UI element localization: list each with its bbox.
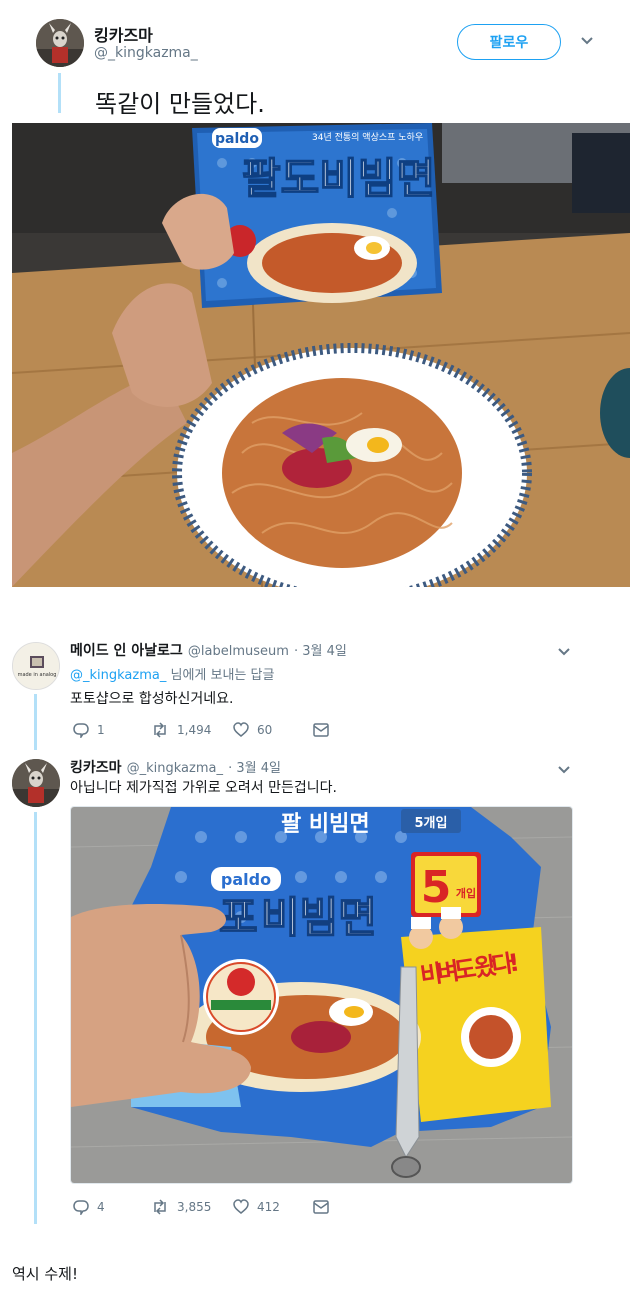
like-button[interactable]: 412 [233, 1199, 313, 1215]
footer-caption: 역시 수제! [12, 1265, 78, 1283]
package-tag: 34년 전통의 액상스프 노하우 [312, 131, 423, 143]
retweet-button[interactable]: 3,855 [151, 1199, 233, 1215]
thread-line [34, 694, 37, 750]
reply-author-handle[interactable]: @_kingkazma_ [127, 761, 223, 776]
reply-icon [73, 723, 89, 738]
chevron-down-icon[interactable] [580, 34, 594, 50]
package-brand: paldo [221, 870, 271, 889]
tweet-photo[interactable]: paldo 34년 전통의 액상스프 노하우 팔도비빔면 [12, 123, 630, 587]
chevron-down-icon[interactable] [557, 645, 571, 661]
dm-button[interactable] [313, 1200, 329, 1214]
reply-author-handle[interactable]: @labelmuseum [188, 644, 289, 659]
badge-top: 5개입 [415, 816, 448, 831]
dm-icon [313, 1200, 329, 1214]
like-count: 60 [257, 723, 273, 737]
retweet-icon [154, 722, 166, 738]
reply-icon [73, 1200, 89, 1215]
like-count: 412 [257, 1200, 280, 1214]
reply-text: 아닙니다 제가직접 가위로 오려서 만든겁니다. [70, 780, 337, 796]
reply-author-name[interactable]: 메이드 인 아날로그 [70, 643, 183, 659]
thread-line [58, 73, 61, 113]
reply-date[interactable]: · 3월 4일 [294, 644, 347, 659]
author-name[interactable]: 킹카즈마 [94, 22, 153, 46]
retweet-count: 1,494 [177, 723, 212, 737]
thread-line [34, 812, 37, 1224]
reply-date[interactable]: · 3월 4일 [228, 761, 281, 776]
package-title: 비빔면 [261, 893, 377, 942]
svg-text:5: 5 [421, 862, 452, 913]
reply-actions: 1 1,494 60 [73, 720, 353, 740]
reply-text: 포토샵으로 합성하신거네요. [70, 691, 234, 707]
svg-text:팔 비빔면: 팔 비빔면 [281, 812, 370, 837]
package-brand: paldo [215, 131, 259, 147]
follow-button[interactable]: 팔로우 [457, 24, 561, 60]
reply-button[interactable]: 1 [73, 722, 151, 738]
retweet-icon [154, 1199, 166, 1215]
dm-button[interactable] [313, 723, 329, 737]
reply-header: 메이드 인 아날로그 @labelmuseum · 3월 4일 [70, 640, 347, 660]
reply-avatar-label: made in analog [18, 672, 57, 678]
reply-avatar[interactable] [12, 759, 60, 807]
dm-icon [313, 723, 329, 737]
reply-avatar[interactable]: made in analog [12, 642, 60, 690]
reply-actions: 4 3,855 412 [73, 1197, 353, 1217]
retweet-count: 3,855 [177, 1200, 212, 1214]
like-icon [233, 722, 249, 737]
reply-context-suffix: 님에게 보내는 답글 [166, 668, 275, 683]
reply-context: @_kingkazma_ 님에게 보내는 답글 [70, 664, 274, 683]
reply-mention[interactable]: @_kingkazma_ [70, 668, 166, 683]
reply-photo[interactable]: 팔 비빔면 5개입 paldo 비빔면 포 5 개입 비벼도 왔다! [70, 806, 573, 1184]
reply-author-name[interactable]: 킹카즈마 [70, 760, 122, 776]
reply-button[interactable]: 4 [73, 1199, 151, 1215]
package-title: 팔도비빔면 [242, 154, 435, 203]
author-avatar[interactable] [36, 19, 84, 67]
like-icon [233, 1199, 249, 1214]
like-button[interactable]: 60 [233, 722, 313, 738]
retweet-button[interactable]: 1,494 [151, 722, 233, 738]
chevron-down-icon[interactable] [557, 763, 571, 779]
tweet-text: 똑같이 만들었다. [95, 90, 265, 118]
author-handle[interactable]: @_kingkazma_ [94, 45, 198, 61]
svg-text:개입: 개입 [456, 886, 476, 900]
reply-count: 4 [97, 1200, 105, 1214]
reply-count: 1 [97, 723, 105, 737]
reply-header: 킹카즈마 @_kingkazma_ · 3월 4일 [70, 757, 281, 777]
